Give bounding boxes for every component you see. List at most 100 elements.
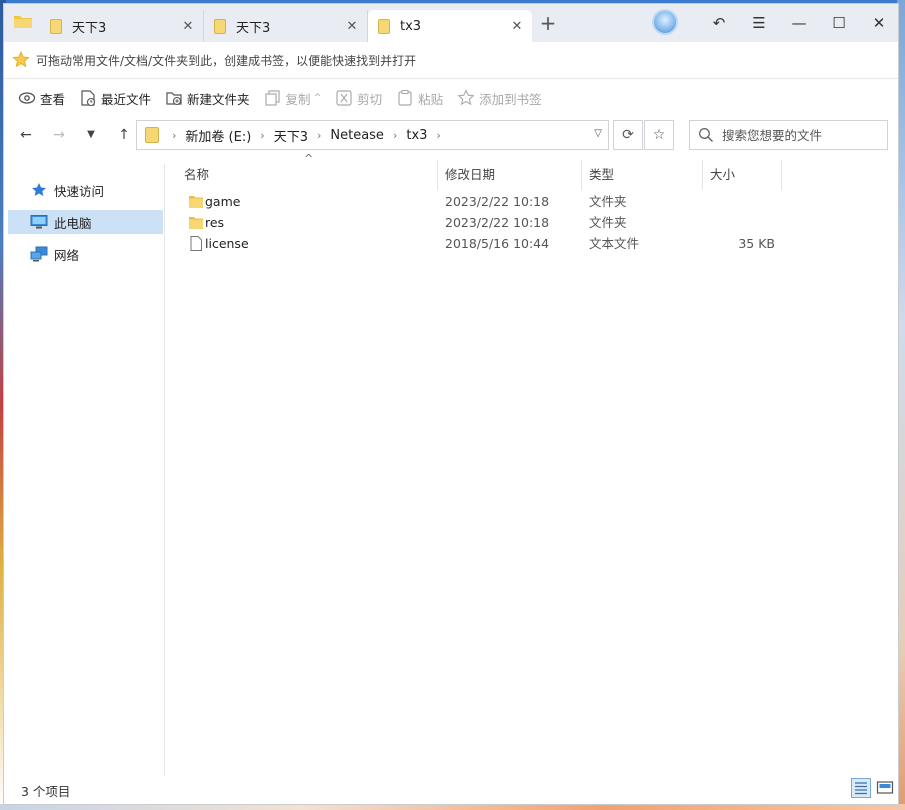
new-folder-label: 新建文件夹: [187, 91, 250, 107]
copy-label: 复制: [285, 91, 311, 107]
file-type: 文件夹: [589, 215, 627, 230]
view-button[interactable]: 查看: [18, 89, 65, 108]
status-bar: 3 个项目: [4, 774, 898, 804]
network-icon: [30, 246, 48, 262]
sidebar-item-this-pc[interactable]: 此电脑: [8, 210, 163, 234]
folder-icon: [50, 18, 62, 34]
add-bookmark-button[interactable]: 添加到书签: [457, 89, 542, 108]
close-icon[interactable]: ✕: [177, 19, 199, 34]
desktop-background-bottom: [0, 804, 905, 810]
back-arrow-icon[interactable]: ←: [15, 124, 37, 146]
tab-label: 天下3: [236, 20, 271, 36]
navigation-pane: 快速访问 此电脑 网络: [4, 164, 165, 776]
breadcrumb-tianxia3[interactable]: 天下3: [274, 126, 308, 145]
navigation-row: ← → ▼ ↑ › 新加卷 (E:) › 天下3 › Netease › tx3…: [4, 118, 898, 152]
user-avatar[interactable]: [652, 9, 678, 35]
view-label: 查看: [40, 91, 66, 107]
sidebar-item-label: 网络: [54, 247, 80, 263]
recent-files-button[interactable]: 最近文件: [79, 89, 151, 108]
file-name: game: [205, 194, 241, 209]
toolbar: 查看 最近文件 新建文件夹 复制 ^ 剪切 粘贴 添加到书签: [4, 78, 898, 118]
file-explorer-window: 天下3 ✕ 天下3 ✕ tx3 ✕ + ↶ ☰ — ☐ ✕ 可拖动常用文件/文档…: [4, 4, 898, 804]
chevron-right-icon: ›: [260, 128, 265, 142]
chevron-right-icon: ›: [172, 128, 177, 142]
tab-label: 天下3: [72, 20, 107, 36]
column-headers: ^ 名称 修改日期 类型 大小: [166, 152, 782, 190]
large-icons-view-icon[interactable]: [875, 778, 895, 798]
sidebar-item-label: 快速访问: [54, 183, 105, 199]
search-icon: [699, 128, 713, 142]
folder-icon: [214, 18, 226, 34]
column-header-date[interactable]: 修改日期: [438, 160, 582, 190]
recent-file-icon: [81, 90, 96, 107]
column-header-size[interactable]: 大小: [703, 160, 782, 190]
tab-1[interactable]: 天下3 ✕: [40, 10, 204, 42]
tab-bar: 天下3 ✕ 天下3 ✕ tx3 ✕ + ↶ ☰ — ☐ ✕: [4, 4, 898, 42]
details-view-icon[interactable]: [851, 778, 871, 798]
cut-button[interactable]: 剪切: [335, 89, 382, 108]
search-box[interactable]: [689, 120, 888, 150]
folder-icon: [378, 18, 390, 34]
history-chevron-down-icon[interactable]: ▼: [80, 124, 102, 146]
eye-icon: [18, 92, 36, 104]
new-folder-icon: [166, 92, 182, 106]
maximize-button[interactable]: ☐: [826, 12, 852, 34]
bookmark-hint: 可拖动常用文件/文档/文件夹到此，创建成书签，以便能快速找到并打开: [36, 53, 417, 68]
copy-button[interactable]: 复制 ^: [264, 89, 322, 108]
minimize-button[interactable]: —: [786, 12, 812, 34]
column-header-name[interactable]: 名称: [166, 160, 438, 190]
tab-2[interactable]: 天下3 ✕: [204, 10, 368, 42]
new-tab-button[interactable]: +: [538, 13, 558, 33]
add-bookmark-label: 添加到书签: [479, 91, 542, 107]
address-bar[interactable]: › 新加卷 (E:) › 天下3 › Netease › tx3 › ▽: [136, 120, 609, 150]
undo-icon[interactable]: ↶: [706, 12, 732, 34]
breadcrumb-netease[interactable]: Netease: [330, 128, 384, 143]
app-folder-icon[interactable]: [14, 14, 32, 28]
sidebar-item-network[interactable]: 网络: [8, 242, 163, 266]
list-item[interactable]: license 2018/5/16 10:44 文本文件 35 KB: [166, 233, 786, 254]
chevron-right-icon: ›: [436, 128, 441, 142]
bookmark-bar: 可拖动常用文件/文档/文件夹到此，创建成书签，以便能快速找到并打开: [4, 42, 898, 79]
forward-arrow-icon[interactable]: →: [48, 124, 70, 146]
tab-label: tx3: [400, 18, 422, 34]
tab-3-active[interactable]: tx3 ✕: [368, 10, 532, 42]
paste-button[interactable]: 粘贴: [396, 89, 443, 108]
close-window-button[interactable]: ✕: [866, 12, 892, 34]
chevron-right-icon: ›: [392, 128, 398, 142]
new-folder-button[interactable]: 新建文件夹: [165, 89, 250, 108]
chevron-up-icon: ^: [313, 93, 322, 103]
file-size: 35 KB: [738, 236, 775, 251]
close-icon[interactable]: ✕: [506, 19, 528, 34]
computer-icon: [30, 215, 48, 229]
close-icon[interactable]: ✕: [341, 19, 363, 34]
file-name: license: [205, 236, 249, 251]
recent-files-label: 最近文件: [101, 91, 152, 107]
chevron-right-icon: ›: [316, 128, 322, 142]
list-item[interactable]: game 2023/2/22 10:18 文件夹: [166, 191, 786, 212]
refresh-icon[interactable]: ⟳: [613, 120, 643, 150]
cut-label: 剪切: [357, 91, 383, 107]
star-outline-icon: [457, 89, 475, 106]
file-date: 2018/5/16 10:44: [445, 236, 550, 251]
file-date: 2023/2/22 10:18: [445, 215, 550, 230]
bookmark-star-icon: [12, 51, 30, 68]
search-input[interactable]: [720, 126, 884, 144]
file-type: 文本文件: [589, 236, 640, 251]
file-type: 文件夹: [589, 194, 627, 209]
address-dropdown-icon[interactable]: ▽: [594, 128, 602, 139]
item-count: 3 个项目: [21, 784, 71, 799]
file-name: res: [205, 215, 225, 230]
file-icon: [190, 236, 202, 251]
breadcrumb-drive[interactable]: 新加卷 (E:): [185, 126, 251, 145]
sidebar-item-label: 此电脑: [54, 215, 92, 231]
sidebar-item-quick-access[interactable]: 快速访问: [8, 178, 163, 202]
up-arrow-icon[interactable]: ↑: [113, 124, 135, 146]
bookmark-add-icon[interactable]: ☆: [644, 120, 674, 150]
menu-icon[interactable]: ☰: [746, 12, 772, 34]
scissors-icon: [336, 90, 352, 106]
desktop-background-right: [897, 0, 905, 810]
column-header-type[interactable]: 类型: [582, 160, 703, 190]
breadcrumb-tx3[interactable]: tx3: [406, 128, 427, 143]
clipboard-icon: [398, 90, 412, 106]
list-item[interactable]: res 2023/2/22 10:18 文件夹: [166, 212, 786, 233]
